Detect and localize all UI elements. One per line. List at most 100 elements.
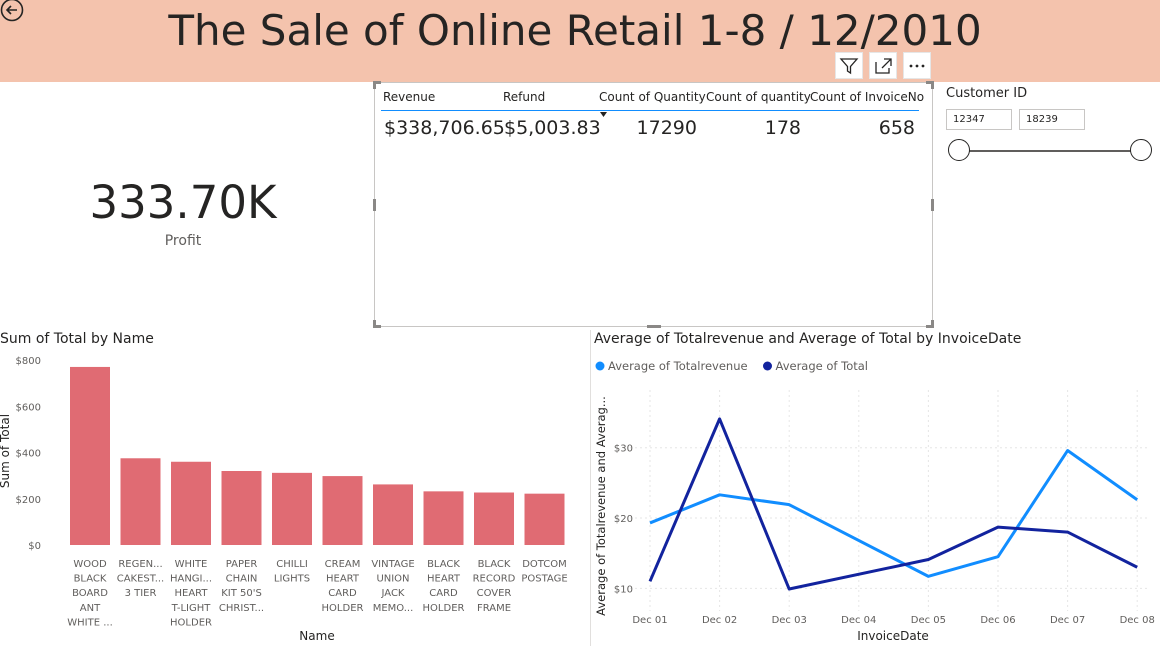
x-tick-label: HOLDER (322, 603, 364, 614)
header-divider (381, 110, 919, 111)
resize-handle[interactable] (373, 199, 376, 211)
x-tick-label: KIT 50'S (221, 588, 262, 599)
cell-refund: $5,003.83 (504, 117, 601, 139)
x-axis-label: InvoiceDate (857, 629, 929, 643)
x-tick-label: RECORD (473, 574, 516, 585)
summary-table[interactable]: Revenue Refund Count of Quantity Count o… (373, 81, 934, 328)
slider-track[interactable] (959, 150, 1141, 152)
column-header-revenue[interactable]: Revenue (383, 90, 435, 104)
bar (423, 491, 464, 545)
x-tick-label: WHITE ... (67, 617, 113, 628)
cell-count-of-quantity: 17290 (636, 117, 697, 139)
line-chart: Average of Totalrevenue Average of Total $… (594, 359, 1155, 643)
y-tick-label: $600 (16, 402, 41, 413)
resize-handle[interactable] (373, 320, 376, 328)
x-tick-label: CARD (328, 588, 357, 599)
y-axis-label: Average of Totalrevenue and Averag... (594, 396, 608, 616)
filter-icon (839, 57, 859, 74)
resize-handle[interactable] (931, 81, 934, 89)
x-tick-label: ANT (80, 603, 101, 614)
y-tick-label: $30 (614, 444, 633, 455)
filter-button[interactable] (835, 52, 863, 79)
more-options-icon (909, 64, 925, 67)
slicer-max-input[interactable]: 18239 (1019, 109, 1085, 130)
x-tick-label: BLACK (478, 559, 511, 570)
cell-revenue: $338,706.65 (384, 117, 505, 139)
x-tick-label: CARD (429, 588, 458, 599)
bar-chart: $0 $200 $400 $600 $800 Sum of Total WOOD BLACK B… (0, 356, 568, 643)
line-chart-title: Average of Totalrevenue and Average of T… (594, 331, 1022, 347)
x-tick-label: HOLDER (170, 617, 212, 628)
slicer-min-input[interactable]: 12347 (946, 109, 1012, 130)
resize-handle[interactable] (373, 81, 376, 89)
legend-marker (595, 361, 605, 371)
x-tick-label: WOOD (73, 559, 107, 570)
x-tick-label: Dec 01 (632, 615, 667, 626)
x-tick-label: LIGHTS (274, 574, 310, 585)
x-tick-label: WHITE (175, 559, 208, 570)
bar (474, 492, 514, 545)
x-tick-label: PAPER (226, 559, 258, 570)
resize-handle[interactable] (931, 320, 934, 328)
bar (322, 476, 363, 545)
x-tick-label: T-LIGHT (171, 603, 212, 614)
x-tick-label: Dec 04 (841, 615, 876, 626)
focus-mode-button[interactable] (869, 52, 897, 79)
focus-mode-icon (875, 57, 892, 74)
x-tick-label: BOARD (72, 588, 108, 599)
y-tick-label: $20 (614, 514, 633, 525)
x-tick-label: Dec 07 (1050, 615, 1085, 626)
legend-label: Average of Totalrevenue (608, 359, 748, 373)
resize-handle[interactable] (647, 325, 661, 328)
x-tick-label: Dec 08 (1120, 615, 1155, 626)
x-axis-label: Name (299, 629, 334, 643)
x-tick-label: CREAM (325, 559, 361, 570)
x-tick-label: FRAME (477, 603, 511, 614)
legend-label: Average of Total (776, 359, 868, 373)
x-tick-label: MEMO... (373, 603, 414, 614)
legend-marker (763, 361, 772, 371)
slider-min-thumb[interactable] (948, 139, 970, 161)
x-tick-label: Dec 06 (980, 615, 1015, 626)
x-tick-label: CHILLI (276, 559, 308, 570)
x-tick-label: VINTAGE (371, 559, 414, 570)
column-header-count-of-invoiceno[interactable]: Count of InvoiceNo (810, 90, 924, 104)
x-tick-label: CHAIN (226, 574, 258, 585)
series-line (649, 449, 1139, 578)
cell-count-of-quantity-2: 178 (764, 117, 801, 139)
x-tick-label: 3 TIER (125, 588, 157, 599)
more-options-button[interactable] (903, 52, 931, 79)
x-tick-label: UNION (376, 574, 409, 585)
bar (373, 484, 413, 545)
x-tick-label: HEART (427, 574, 461, 585)
x-tick-label: Dec 02 (702, 615, 737, 626)
cell-count-of-invoiceno: 658 (878, 117, 915, 139)
x-tick-label: HANGI... (170, 574, 212, 585)
x-tick-label: BLACK (74, 574, 107, 585)
slicer-title: Customer ID (946, 86, 1028, 101)
x-tick-label: Dec 03 (772, 615, 807, 626)
x-tick-label: COVER (477, 588, 512, 599)
x-tick-label: REGEN... (118, 559, 162, 570)
slider-max-thumb[interactable] (1130, 139, 1152, 161)
resize-handle[interactable] (931, 199, 934, 211)
y-tick-label: $0 (28, 541, 41, 552)
y-axis-label: Sum of Total (0, 414, 12, 488)
column-header-count-of-quantity[interactable]: Count of Quantity (599, 90, 706, 104)
column-header-refund[interactable]: Refund (503, 90, 545, 104)
x-tick-label: Dec 05 (911, 615, 946, 626)
x-tick-label: HEART (174, 588, 208, 599)
x-tick-label: JACK (381, 588, 405, 599)
bar (171, 461, 211, 545)
bar (120, 458, 161, 545)
x-tick-label: HEART (326, 574, 360, 585)
bar (272, 472, 312, 545)
bar (524, 493, 565, 545)
column-header-count-of-quantity-2[interactable]: Count of quantity (706, 90, 811, 104)
bar (70, 366, 110, 545)
x-tick-label: BLACK (427, 559, 460, 570)
page-title: The Sale of Online Retail 1-8 / 12/2010 (168, 6, 982, 55)
bar (221, 471, 262, 545)
x-tick-label: CHRIST... (219, 603, 264, 614)
bar-chart-title: Sum of Total by Name (0, 331, 154, 347)
